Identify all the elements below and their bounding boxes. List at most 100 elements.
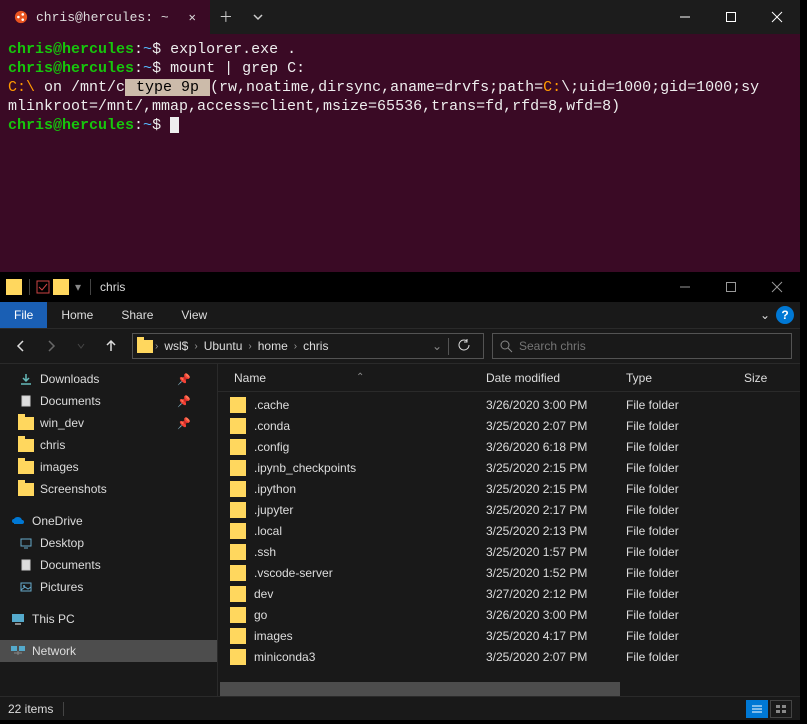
file-name: .ipython [254, 482, 486, 496]
tab-dropdown-button[interactable] [242, 1, 274, 33]
thispc-icon [10, 611, 26, 627]
col-name[interactable]: Name⌃ [230, 371, 482, 385]
terminal-output[interactable]: chris@hercules:~$ explorer.exe . chris@h… [0, 34, 800, 141]
refresh-button[interactable] [448, 338, 479, 355]
file-name: .ipynb_checkpoints [254, 461, 486, 475]
file-row[interactable]: .vscode-server3/25/2020 1:52 PMFile fold… [218, 562, 800, 583]
pin-icon: 📌 [177, 373, 191, 386]
file-name: miniconda3 [254, 650, 486, 664]
explorer-window-controls [662, 272, 800, 302]
horizontal-scrollbar[interactable] [218, 682, 800, 696]
file-type: File folder [626, 566, 744, 580]
col-type[interactable]: Type [622, 371, 740, 385]
file-row[interactable]: images3/25/2020 4:17 PMFile folder [218, 625, 800, 646]
desktop-icon [18, 535, 34, 551]
up-button[interactable] [98, 333, 124, 359]
file-list: Name⌃ Date modified Type Size .cache3/26… [218, 364, 800, 696]
breadcrumb-item[interactable]: Ubuntu [200, 339, 247, 353]
folder-icon [18, 481, 34, 497]
folder-icon [230, 607, 246, 623]
tree-item-images[interactable]: images [0, 456, 217, 478]
tree-item-screenshots[interactable]: Screenshots [0, 478, 217, 500]
file-date: 3/25/2020 4:17 PM [486, 629, 626, 643]
file-row[interactable]: .ssh3/25/2020 1:57 PMFile folder [218, 541, 800, 562]
forward-button[interactable] [38, 333, 64, 359]
maximize-button[interactable] [708, 1, 754, 33]
folder-icon [53, 279, 69, 295]
tree-item-network[interactable]: Network [0, 640, 217, 662]
breadcrumb-item[interactable]: chris [299, 339, 332, 353]
tree-item-documents[interactable]: Documents📌 [0, 390, 217, 412]
command-text: mount | grep C: [170, 60, 305, 77]
file-row[interactable]: .cache3/26/2020 3:00 PMFile folder [218, 394, 800, 415]
file-type: File folder [626, 629, 744, 643]
search-input[interactable] [519, 339, 785, 353]
file-row[interactable]: .jupyter3/25/2020 2:17 PMFile folder [218, 499, 800, 520]
explorer-titlebar[interactable]: ▾ chris [0, 272, 800, 302]
tree-item-desktop[interactable]: Desktop [0, 532, 217, 554]
file-type: File folder [626, 524, 744, 538]
tree-item-chris[interactable]: chris [0, 434, 217, 456]
expand-ribbon-icon[interactable]: ⌄ [760, 308, 770, 322]
file-date: 3/27/2020 2:12 PM [486, 587, 626, 601]
minimize-button[interactable] [662, 1, 708, 33]
command-text: explorer.exe . [170, 41, 296, 58]
help-icon[interactable]: ? [776, 306, 794, 324]
close-icon[interactable]: ✕ [189, 10, 196, 25]
close-button[interactable] [754, 272, 800, 302]
breadcrumb-item[interactable]: home [254, 339, 292, 353]
nav-tree[interactable]: Downloads📌 Documents📌 win_dev📌 chris ima… [0, 364, 218, 696]
file-row[interactable]: .conda3/25/2020 2:07 PMFile folder [218, 415, 800, 436]
maximize-button[interactable] [708, 272, 754, 302]
status-bar: 22 items [0, 696, 800, 720]
details-view-button[interactable] [746, 700, 768, 718]
recent-dropdown[interactable] [68, 333, 94, 359]
address-bar[interactable]: › wsl$› Ubuntu› home› chris ⌄ [132, 333, 484, 359]
folder-icon [230, 523, 246, 539]
tree-item-onedrive[interactable]: OneDrive [0, 510, 217, 532]
col-size[interactable]: Size [740, 371, 800, 385]
menu-file[interactable]: File [0, 302, 47, 328]
file-row[interactable]: .config3/26/2020 6:18 PMFile folder [218, 436, 800, 457]
terminal-window: chris@hercules: ~ ✕ ＋ chris@hercules:~$ … [0, 0, 800, 272]
file-rows[interactable]: .cache3/26/2020 3:00 PMFile folder.conda… [218, 392, 800, 682]
file-row[interactable]: .ipynb_checkpoints3/25/2020 2:15 PMFile … [218, 457, 800, 478]
file-date: 3/25/2020 1:57 PM [486, 545, 626, 559]
file-list-header: Name⌃ Date modified Type Size [218, 364, 800, 392]
file-date: 3/25/2020 2:15 PM [486, 482, 626, 496]
terminal-tab[interactable]: chris@hercules: ~ ✕ [0, 0, 210, 34]
file-type: File folder [626, 482, 744, 496]
file-row[interactable]: miniconda33/25/2020 2:07 PMFile folder [218, 646, 800, 667]
back-button[interactable] [8, 333, 34, 359]
file-name: .conda [254, 419, 486, 433]
terminal-tab-title: chris@hercules: ~ [36, 10, 169, 25]
menu-home[interactable]: Home [47, 302, 107, 328]
checkbox-icon[interactable] [35, 279, 51, 295]
tree-item-thispc[interactable]: This PC [0, 608, 217, 630]
ribbon-menu: File Home Share View ⌄ ? [0, 302, 800, 328]
terminal-tab-bar: chris@hercules: ~ ✕ ＋ [0, 0, 800, 34]
minimize-button[interactable] [662, 272, 708, 302]
menu-view[interactable]: View [167, 302, 221, 328]
downloads-icon [18, 371, 34, 387]
tree-item-win-dev[interactable]: win_dev📌 [0, 412, 217, 434]
icons-view-button[interactable] [770, 700, 792, 718]
menu-share[interactable]: Share [107, 302, 167, 328]
tree-item-downloads[interactable]: Downloads📌 [0, 368, 217, 390]
file-date: 3/26/2020 3:00 PM [486, 398, 626, 412]
close-button[interactable] [754, 1, 800, 33]
breadcrumb-item[interactable]: wsl$ [160, 339, 192, 353]
new-tab-button[interactable]: ＋ [210, 1, 242, 33]
folder-icon [230, 649, 246, 665]
file-row[interactable]: go3/26/2020 3:00 PMFile folder [218, 604, 800, 625]
col-date[interactable]: Date modified [482, 371, 622, 385]
tree-item-documents2[interactable]: Documents [0, 554, 217, 576]
file-row[interactable]: dev3/27/2020 2:12 PMFile folder [218, 583, 800, 604]
file-row[interactable]: .local3/25/2020 2:13 PMFile folder [218, 520, 800, 541]
file-name: images [254, 629, 486, 643]
tree-item-pictures[interactable]: Pictures [0, 576, 217, 598]
search-box[interactable] [492, 333, 792, 359]
history-dropdown[interactable]: ⌄ [426, 339, 448, 353]
folder-icon [230, 418, 246, 434]
file-row[interactable]: .ipython3/25/2020 2:15 PMFile folder [218, 478, 800, 499]
